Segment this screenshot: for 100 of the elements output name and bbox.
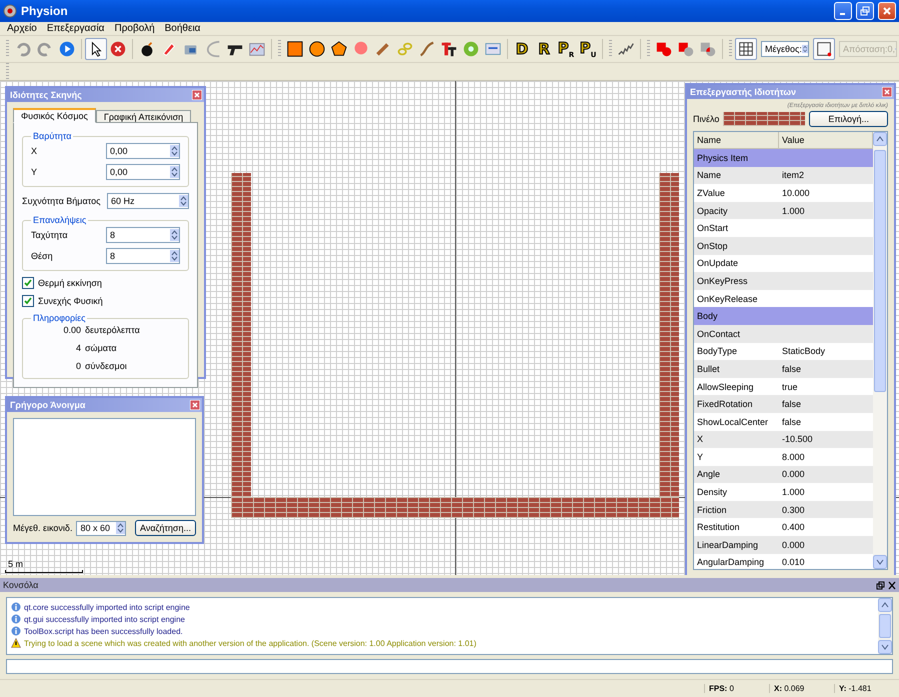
menu-item[interactable]: Επεξεργασία	[42, 23, 110, 34]
property-value[interactable]: -10.500	[779, 434, 873, 444]
iterations-spinbox[interactable]: 8	[106, 227, 180, 243]
size-spinbox[interactable]: Μέγεθος:	[761, 41, 809, 57]
x-coordinate: X: 0.069	[769, 684, 834, 693]
group-row[interactable]: Physics Item	[694, 149, 873, 167]
checkbox[interactable]	[22, 277, 34, 289]
property-value[interactable]: 0.000	[779, 540, 873, 550]
spin-arrows-icon[interactable]	[170, 145, 179, 157]
chart-icon	[248, 40, 266, 58]
restore-button[interactable]	[856, 2, 874, 20]
group-row[interactable]: Body	[694, 307, 873, 325]
info-icon	[11, 626, 21, 636]
snap-button[interactable]	[813, 38, 835, 60]
property-value[interactable]: 1.000	[779, 487, 873, 498]
brick-wall[interactable]	[231, 173, 251, 497]
property-value[interactable]: 0.300	[779, 504, 873, 515]
y-coordinate: Y: -1.481	[834, 684, 899, 693]
text-icon	[440, 40, 458, 58]
tab[interactable]: Γραφική Απεικόνιση	[96, 110, 192, 123]
property-value[interactable]: true	[779, 382, 873, 392]
choose-button[interactable]: Επιλογή...	[809, 111, 888, 127]
property-value[interactable]: false	[779, 416, 873, 427]
spin-arrows-icon[interactable]	[170, 166, 179, 178]
scrollbar[interactable]	[873, 132, 887, 569]
scroll-up-icon[interactable]	[878, 598, 892, 612]
dropdown-arrow-icon[interactable]	[116, 522, 126, 534]
gravity-spinbox[interactable]: 0,00	[106, 164, 180, 180]
close-icon[interactable]	[190, 400, 200, 410]
scroll-down-icon[interactable]	[873, 555, 887, 569]
field-label: Y	[31, 167, 38, 177]
checkbox-label[interactable]: Συνεχής Φυσική	[22, 295, 189, 307]
close-icon[interactable]	[882, 87, 892, 97]
joint-tool-button[interactable]: P$_{R}$	[555, 38, 577, 60]
property-name: Density	[696, 487, 728, 498]
property-name: Name	[696, 170, 722, 180]
menu-item[interactable]: Αρχείο	[2, 23, 42, 34]
search-button[interactable]: Αναζήτηση...	[135, 520, 196, 536]
property-value[interactable]: StaticBody	[779, 346, 873, 356]
hook-icon	[204, 40, 222, 58]
iterations-spinbox[interactable]: 8	[106, 248, 180, 264]
property-name: Bullet	[696, 364, 721, 374]
menu-item[interactable]: Προβολή	[109, 23, 160, 34]
scrollbar[interactable]	[878, 598, 892, 654]
info-icon	[11, 614, 21, 624]
property-name: LinearDamping	[696, 540, 760, 550]
spin-arrows-icon[interactable]	[179, 195, 188, 207]
frequency-spinbox[interactable]: 60 Hz	[107, 193, 189, 209]
property-value[interactable]: item2	[779, 170, 873, 180]
property-name: BodyType	[696, 346, 738, 356]
property-value[interactable]: 0.010	[779, 557, 873, 568]
eraser-icon	[160, 40, 178, 58]
pointer-button[interactable]	[85, 38, 107, 60]
console-title: Κονσόλα	[3, 580, 38, 590]
spin-arrows-icon[interactable]	[802, 43, 808, 55]
close-button[interactable]	[878, 2, 896, 20]
group-legend: Βαρύτητα	[31, 131, 74, 141]
grid-button[interactable]	[735, 38, 757, 60]
property-value[interactable]: 10.000	[779, 188, 873, 198]
property-name: Opacity	[696, 206, 729, 216]
dock-buttons-icon[interactable]	[876, 580, 896, 590]
log-message: ToolBox.script has been successfully loaded.	[24, 626, 183, 636]
scroll-down-icon[interactable]	[878, 640, 892, 654]
info-label: σώματα	[85, 343, 118, 354]
thumbnail-list[interactable]	[13, 418, 196, 516]
menu-item[interactable]: Βοήθεια	[160, 23, 206, 34]
minimize-button[interactable]	[834, 2, 852, 20]
column-header[interactable]: Name	[694, 132, 779, 148]
checkbox[interactable]	[22, 295, 34, 307]
brick-floor[interactable]	[231, 497, 679, 518]
property-value[interactable]: 0.400	[779, 522, 873, 532]
spin-arrows-icon[interactable]	[170, 229, 179, 241]
console-input[interactable]	[6, 659, 893, 674]
scene-canvas[interactable]	[0, 81, 899, 575]
checkbox-label[interactable]: Θερμή εκκίνηση	[22, 277, 189, 289]
property-name: Y	[696, 452, 704, 462]
scroll-thumb[interactable]	[874, 150, 886, 392]
field-label: Πινέλο	[693, 114, 720, 124]
brush-icon	[374, 40, 392, 58]
property-value[interactable]: 8.000	[779, 452, 873, 462]
gravity-spinbox[interactable]: 0,00	[106, 143, 180, 159]
joint-tool-button[interactable]: P$_{U}$	[577, 38, 599, 60]
scroll-up-icon[interactable]	[873, 132, 887, 146]
property-value[interactable]: 0.000	[779, 469, 873, 480]
icon-size-dropdown[interactable]: 80 x 60	[76, 520, 126, 536]
property-value[interactable]: false	[779, 364, 873, 374]
scroll-thumb[interactable]	[879, 614, 891, 638]
brick-wall[interactable]	[659, 173, 679, 497]
property-name: X	[696, 434, 704, 444]
close-icon[interactable]	[192, 90, 202, 100]
group-header: Body	[696, 311, 719, 322]
spin-arrows-icon[interactable]	[170, 250, 179, 262]
property-name: OnContact	[696, 328, 742, 339]
property-value[interactable]: false	[779, 399, 873, 410]
group-header: Physics Item	[696, 152, 750, 163]
property-name: OnStart	[696, 223, 730, 234]
tab[interactable]: Φυσικός Κόσμος	[13, 108, 96, 123]
card-icon	[484, 40, 502, 58]
property-value[interactable]: 1.000	[779, 206, 873, 216]
pentagon-icon	[330, 40, 348, 58]
